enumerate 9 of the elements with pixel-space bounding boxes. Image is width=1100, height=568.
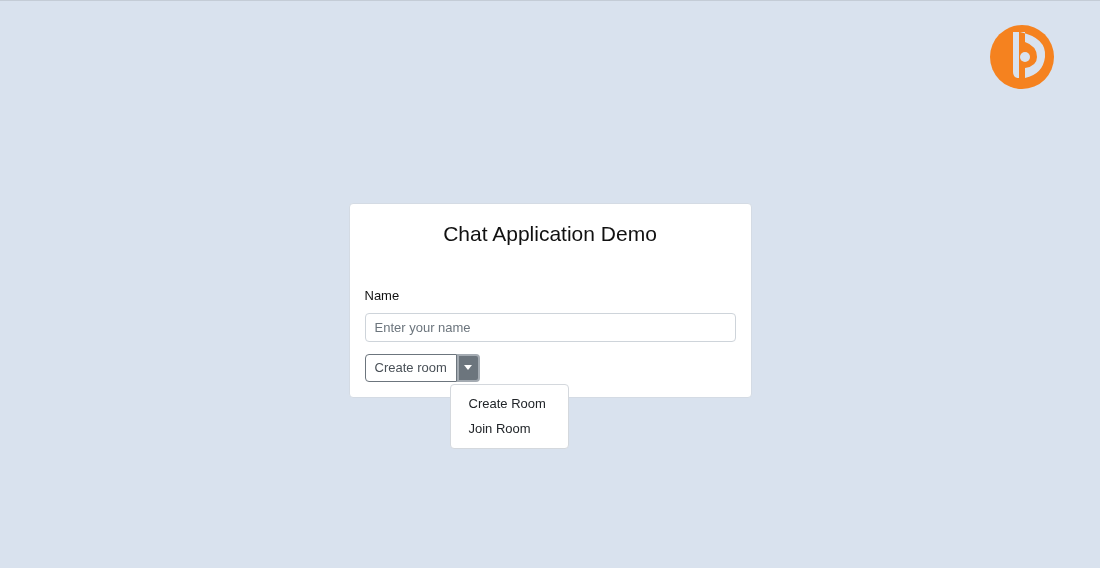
- caret-icon: [464, 365, 473, 370]
- logo-icon: [989, 24, 1055, 90]
- dropdown-toggle-button[interactable]: [456, 353, 480, 382]
- create-room-button[interactable]: Create room: [364, 353, 457, 382]
- field-label: Name: [364, 287, 400, 303]
- menu-item[interactable]: Create Room: [450, 390, 568, 416]
- menu-item[interactable]: Join Room: [450, 416, 568, 442]
- name-input-field[interactable]: Enter your name: [364, 312, 736, 342]
- card-title: Chat Application Demo: [443, 221, 657, 247]
